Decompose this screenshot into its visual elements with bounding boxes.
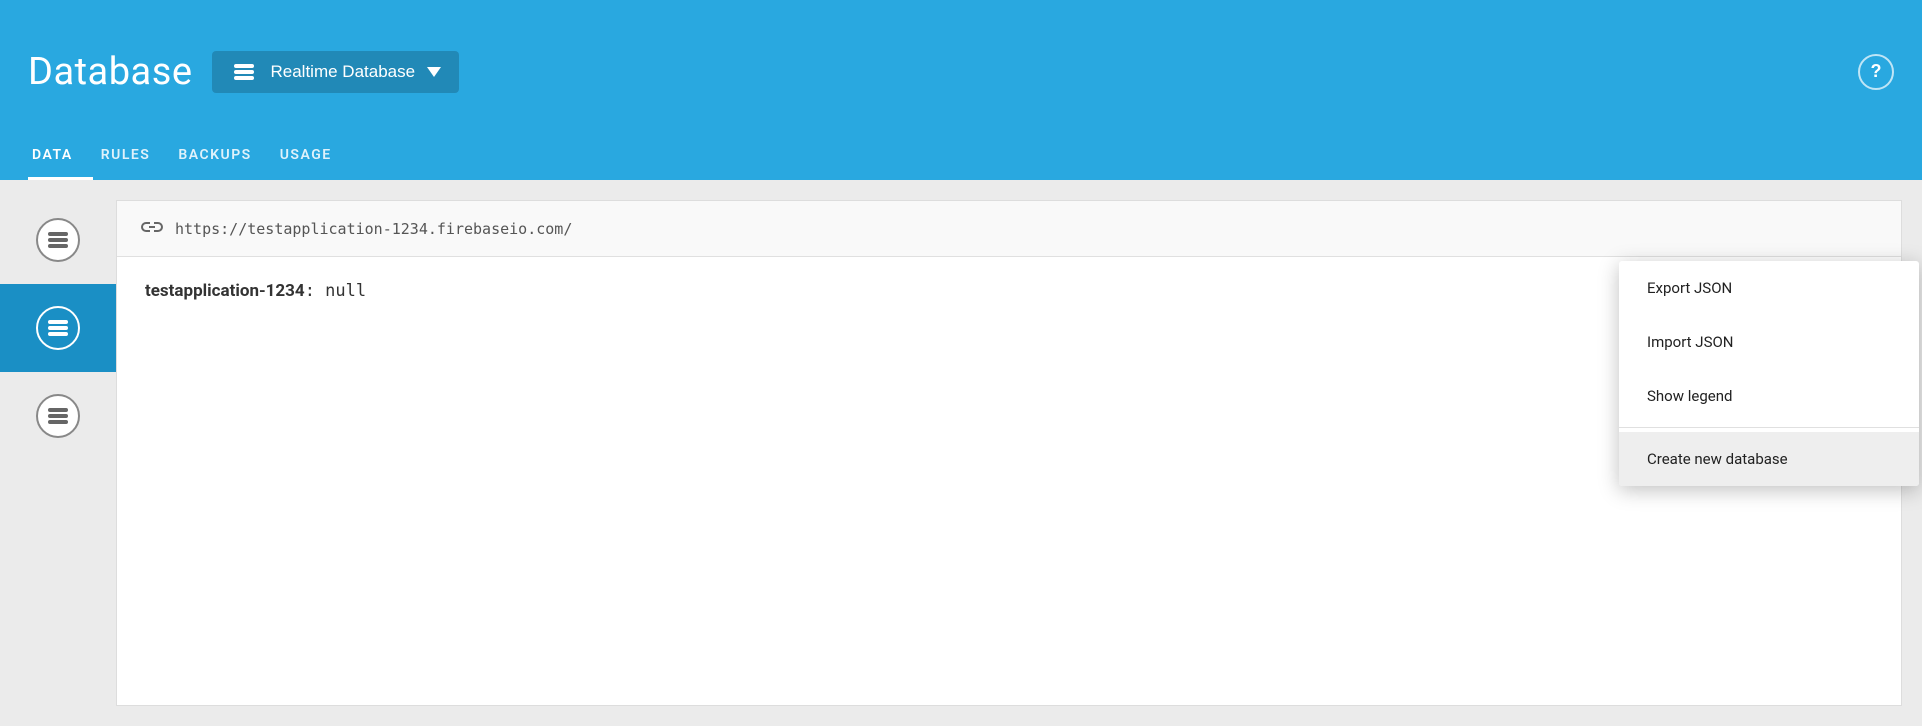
show-legend-item[interactable]: Show legend [1619, 369, 1919, 423]
data-key: testapplication-1234 [145, 281, 305, 301]
tab-data[interactable]: DATA [28, 137, 93, 180]
tabs-bar: DATA RULES BACKUPS USAGE [0, 137, 1922, 180]
db-url: https://testapplication-1234.firebaseio.… [175, 220, 572, 238]
sidebar [0, 180, 116, 726]
tab-usage[interactable]: USAGE [276, 137, 352, 180]
sidebar-item-2[interactable] [0, 284, 116, 372]
tab-backups[interactable]: BACKUPS [174, 137, 271, 180]
sidebar-item-3[interactable] [0, 372, 116, 460]
header-left: Database Realtime Database [28, 50, 459, 94]
sidebar-db-icon-2 [36, 306, 80, 350]
export-json-item[interactable]: Export JSON [1619, 261, 1919, 315]
tab-rules[interactable]: RULES [97, 137, 171, 180]
create-new-database-item[interactable]: Create new database [1619, 432, 1919, 486]
help-button[interactable]: ? [1858, 54, 1894, 90]
main-area: https://testapplication-1234.firebaseio.… [0, 180, 1922, 726]
sidebar-db-icon-3 [36, 394, 80, 438]
database-icon [230, 61, 258, 83]
sidebar-item-1[interactable] [0, 196, 116, 284]
data-value: null [325, 281, 366, 301]
url-bar: https://testapplication-1234.firebaseio.… [117, 201, 1901, 257]
dropdown-menu: Export JSON Import JSON Show legend Crea… [1619, 261, 1919, 486]
header: Database Realtime Database ? [0, 0, 1922, 180]
chevron-down-icon [427, 62, 441, 82]
db-selector-label: Realtime Database [270, 62, 415, 82]
header-top: Database Realtime Database ? [0, 0, 1922, 137]
link-icon [141, 219, 163, 238]
db-selector-button[interactable]: Realtime Database [212, 51, 459, 93]
sidebar-db-icon-1 [36, 218, 80, 262]
import-json-item[interactable]: Import JSON [1619, 315, 1919, 369]
page-title: Database [28, 50, 192, 94]
data-separator: : [305, 281, 325, 301]
dropdown-divider [1619, 427, 1919, 428]
content-area: https://testapplication-1234.firebaseio.… [116, 200, 1902, 706]
